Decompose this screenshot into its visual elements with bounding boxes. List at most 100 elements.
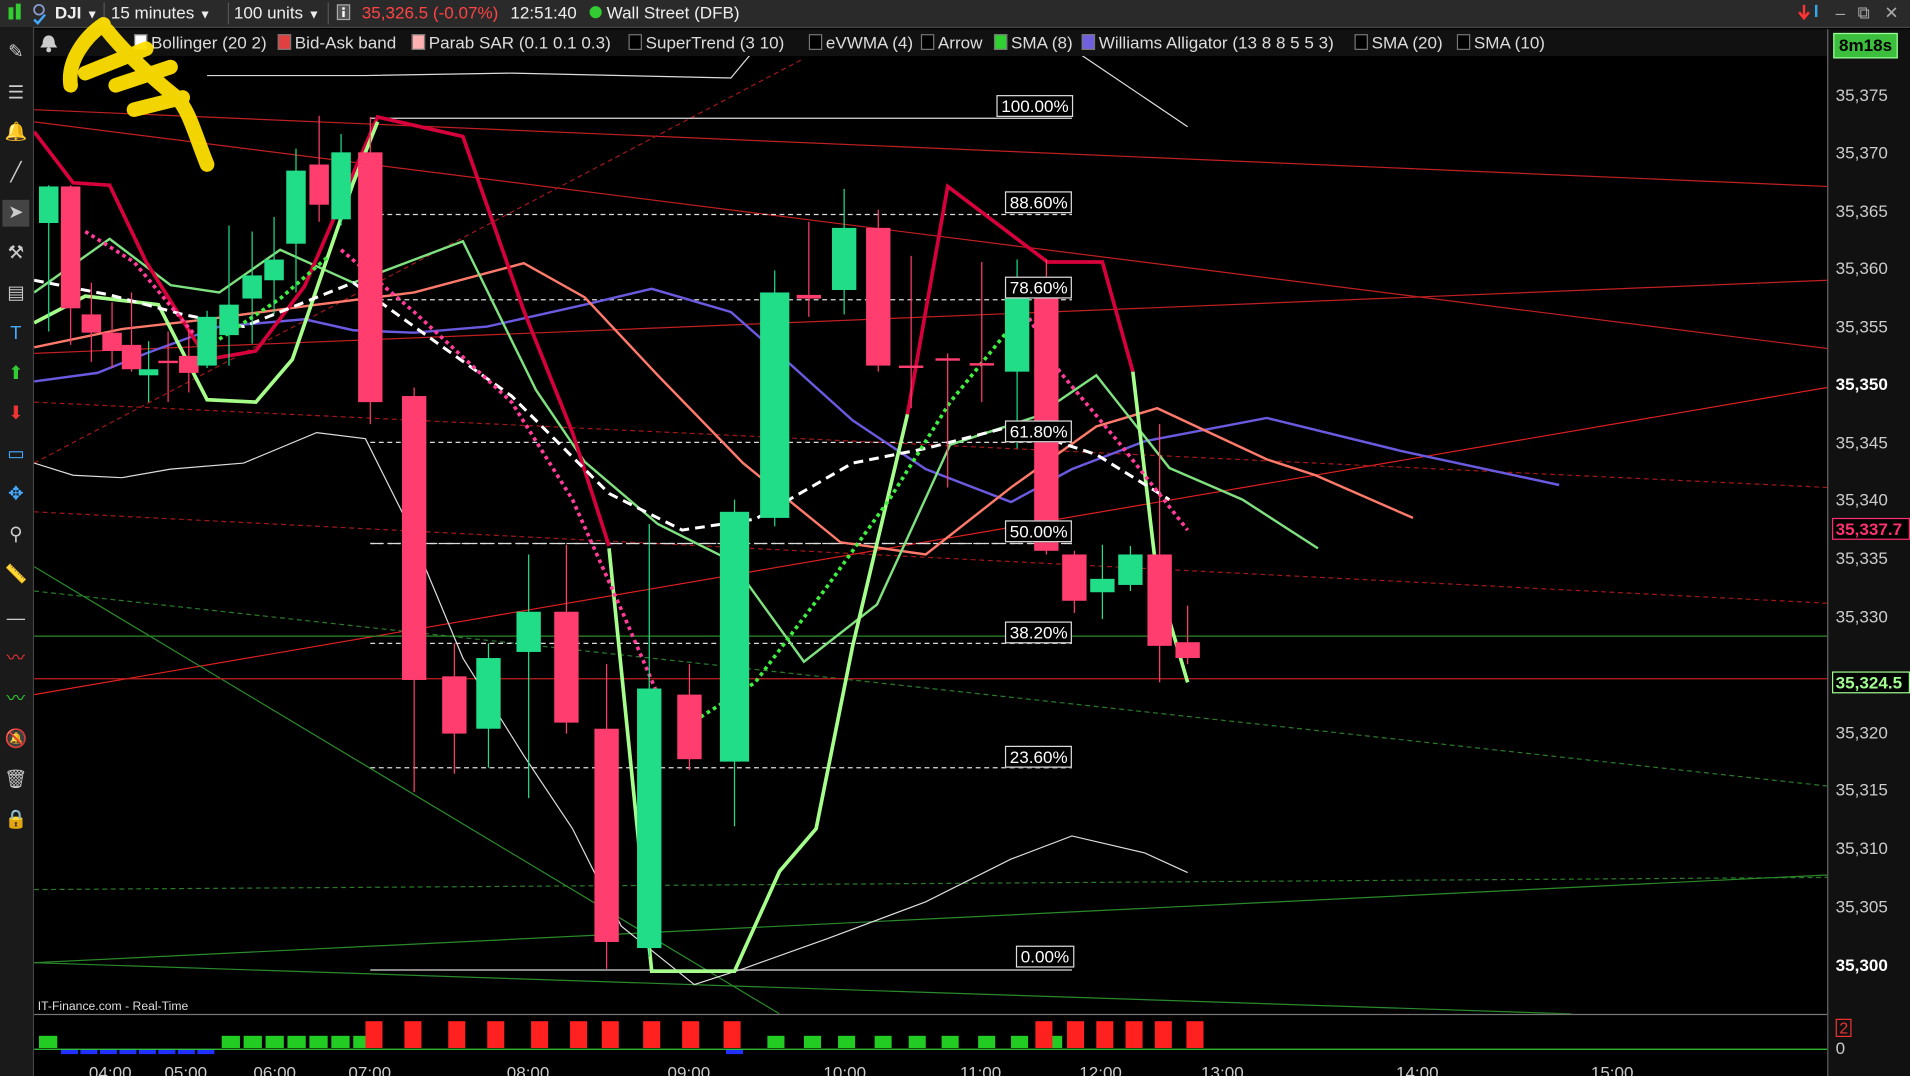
indicator-legend-item[interactable]: Arrow (920, 32, 983, 54)
histogram-bar (1125, 1021, 1143, 1048)
histogram-bar (803, 1035, 821, 1048)
indicator-legend-item[interactable]: SMA (8) (993, 32, 1073, 54)
histogram-bar (978, 1035, 996, 1048)
document-icon[interactable]: ▤ (2, 280, 29, 307)
indicator-icon[interactable]: 〰 (2, 646, 29, 673)
pointer-icon[interactable]: ➤ (2, 199, 30, 227)
histogram-bar (874, 1035, 892, 1048)
time-tick: 08:00 (506, 1062, 550, 1076)
trash-icon[interactable]: 🗑 (2, 766, 29, 793)
info-icon[interactable] (335, 0, 352, 26)
text-list-icon[interactable]: ☰ (2, 80, 29, 107)
alert-bell-icon[interactable]: 🔔 (2, 119, 29, 146)
candle-body (242, 275, 262, 299)
candle-body (81, 314, 102, 333)
restore-icon[interactable]: ⧉ (1858, 0, 1870, 26)
indicator-legend-bar: Bollinger (20 2) Bid-Ask band Parab SAR (0… (34, 29, 1828, 57)
down-arrow-icon[interactable]: ⬇ (2, 401, 29, 428)
price-tick: 35,305 (1835, 896, 1888, 917)
indicator-legend-item[interactable]: Bid-Ask band (277, 32, 396, 54)
candle-body (1147, 554, 1172, 646)
candle-body (719, 511, 750, 762)
lower-axis-top: 2 (1835, 1018, 1852, 1038)
candle-body (38, 186, 59, 224)
time-tick: 12:00 (1079, 1062, 1122, 1076)
price-chart[interactable] (34, 56, 1828, 1014)
histogram-bar (570, 1021, 588, 1048)
price-tick: 35,340 (1835, 489, 1888, 510)
price-tick: 35,375 (1835, 85, 1888, 105)
candle-body (1118, 554, 1143, 585)
histogram-bar (448, 1021, 466, 1048)
histogram-bar (365, 1021, 383, 1048)
trend-icon[interactable]: 〰 (2, 686, 29, 713)
close-icon[interactable]: ✕ (1884, 0, 1898, 26)
arrow-indicator-panel[interactable] (34, 1013, 1828, 1064)
indicator-legend-item[interactable]: SMA (20) (1354, 32, 1443, 54)
trend-line (34, 401, 1828, 489)
histogram-bar (309, 1035, 328, 1048)
rectangle-tool-icon[interactable]: ▭ (2, 441, 29, 468)
candle-body (1175, 642, 1200, 659)
price-tick: 35,315 (1835, 779, 1888, 800)
time-tick: 04:00 (88, 1062, 132, 1076)
up-arrow-icon[interactable]: ⬆ (2, 361, 29, 388)
indicator-legend-item[interactable]: Williams Alligator (13 8 8 5 5 3) (1081, 32, 1334, 54)
price-tick: 35,335 (1835, 548, 1888, 568)
candle-body (796, 294, 821, 299)
text-tool-icon[interactable]: T (2, 320, 29, 347)
bid-price-label: 35,337.7 (1832, 517, 1910, 540)
ruler-icon[interactable]: 📏 (2, 562, 29, 589)
alligator-teeth (34, 261, 1414, 556)
zoom-icon[interactable]: ⚲ (2, 522, 29, 549)
histogram-bar (725, 1049, 744, 1064)
candle-body (442, 676, 467, 734)
lower-axis-bottom: 0 (1835, 1038, 1846, 1058)
tools-icon[interactable]: ⚒ (2, 240, 29, 267)
indicator-legend-item[interactable]: SMA (10) (1456, 32, 1545, 54)
histogram-bar (682, 1021, 700, 1048)
histogram-bar (531, 1021, 549, 1048)
link-check-icon[interactable] (29, 0, 48, 26)
time-tick: 09:00 (667, 1062, 711, 1076)
time-axis[interactable]: 04:00 05:00 06:00 07:00 08:00 09:00 10:0… (34, 1055, 1828, 1076)
price-tick: 35,360 (1835, 258, 1888, 278)
price-axis[interactable]: 8m18s 35,375 35,370 35,365 35,360 35,355… (1827, 29, 1910, 1076)
move-icon[interactable]: ✥ (2, 481, 29, 508)
minimize-icon[interactable]: – (1836, 0, 1845, 26)
pencil-icon[interactable]: ✎ (2, 39, 29, 66)
indicator-color-swatch (411, 34, 426, 50)
trend-line (34, 386, 1828, 696)
histogram-bar (1154, 1021, 1172, 1048)
trend-line (34, 511, 1828, 604)
histogram-bar (1011, 1035, 1029, 1048)
histogram-bar (331, 1035, 350, 1048)
indicator-label: SMA (8) (1011, 32, 1073, 53)
candle-body (866, 227, 891, 366)
histogram-bar (287, 1035, 306, 1048)
indicator-legend-item[interactable]: eVWMA (4) (808, 32, 914, 54)
indicator-label: eVWMA (4) (825, 32, 914, 53)
indicator-label: SMA (10) (1473, 32, 1545, 53)
alert-arrow-icon[interactable] (1798, 0, 1825, 26)
histogram-bar (601, 1021, 619, 1048)
units-selector[interactable]: 100 units ▼ (234, 0, 320, 26)
drawing-toolbar: ✎ ☰ 🔔 ╱ ➤ ⚒ ▤ T ⬆ ⬇ ▭ ✥ ⚲ 📏 — 〰 〰 🔕 🗑 🔒 (0, 26, 35, 1076)
erase-alert-icon[interactable]: 🔕 (2, 726, 29, 753)
price-tick: 35,300 (1835, 955, 1888, 975)
chart-type-icon[interactable] (5, 0, 32, 26)
price-tick: 35,310 (1835, 838, 1888, 858)
candle-body (309, 164, 329, 205)
price-tick: 35,345 (1835, 432, 1888, 453)
indicator-legend-item[interactable]: SuperTrend (3 10) (628, 32, 784, 54)
trading-window: DJI ▼ 15 minutes ▼ 100 units ▼ 35,326.5 … (0, 0, 1910, 1076)
indicator-legend-item[interactable]: Parab SAR (0.1 0.1 0.3) (411, 32, 611, 54)
histogram-bar (99, 1049, 117, 1064)
candle-body (1004, 292, 1030, 372)
line-tool-icon[interactable]: ╱ (2, 160, 29, 187)
indicator-label: Arrow (937, 32, 983, 53)
candle-body (1062, 554, 1087, 601)
lock-icon[interactable]: 🔒 (2, 807, 29, 834)
indicator-label: Williams Alligator (13 8 8 5 5 3) (1098, 32, 1334, 53)
histogram-bar (487, 1021, 505, 1048)
